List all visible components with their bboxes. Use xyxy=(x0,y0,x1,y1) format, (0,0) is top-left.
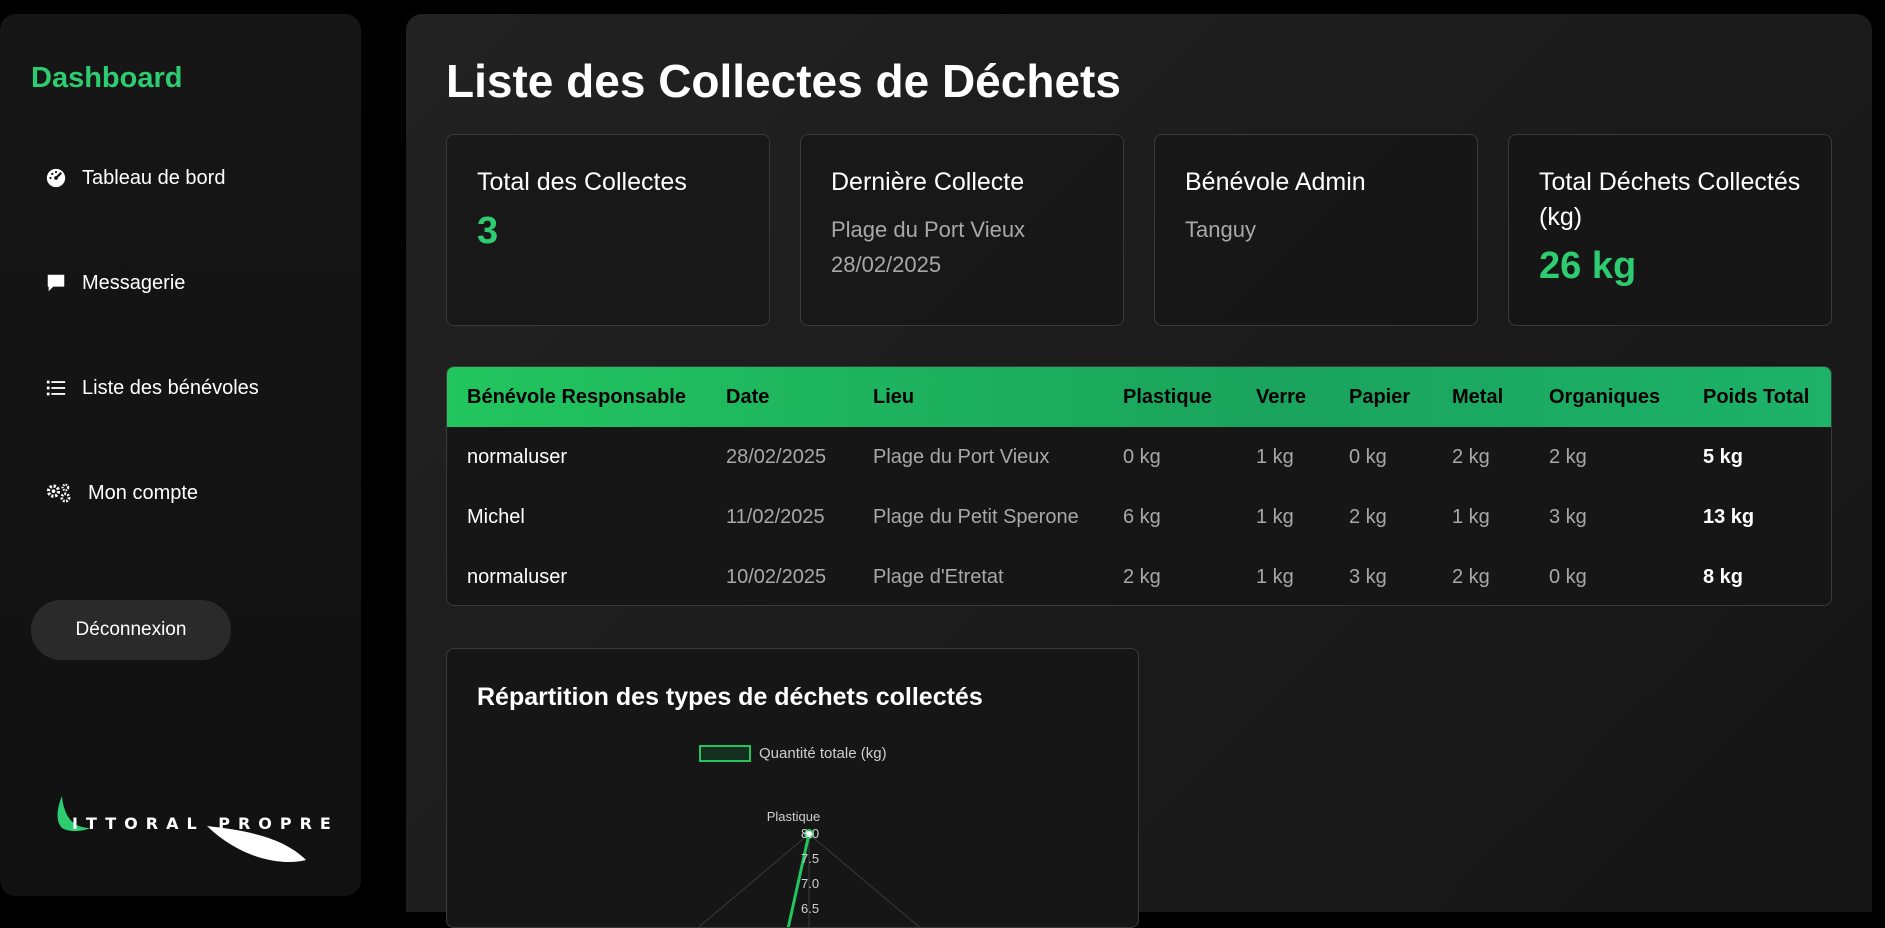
cell-date: 28/02/2025 xyxy=(726,445,827,468)
cell-plastique: 2 kg xyxy=(1123,565,1161,588)
column-header[interactable]: Papier xyxy=(1349,386,1410,409)
column-header[interactable]: Poids Total xyxy=(1703,386,1809,409)
radar-grid-line xyxy=(698,833,810,927)
stat-label: Dernière Collecte xyxy=(831,168,1025,196)
cell-organiques: 0 kg xyxy=(1549,565,1587,588)
sidebar: Dashboard Tableau de bord Messagerie Lis… xyxy=(0,14,361,896)
cell-plastique: 0 kg xyxy=(1123,445,1161,468)
cell-date: 10/02/2025 xyxy=(726,565,827,588)
sidebar-item-label: Liste des bénévoles xyxy=(82,376,259,399)
cell-verre: 1 kg xyxy=(1256,505,1294,528)
cell-papier: 3 kg xyxy=(1349,565,1387,588)
chart-legend[interactable]: Quantité totale (kg) xyxy=(699,745,887,762)
stat-value-date: 28/02/2025 xyxy=(831,252,942,277)
stat-value: Plage du Port Vieux 28/02/2025 xyxy=(831,212,1093,282)
legend-swatch xyxy=(699,745,751,762)
sidebar-item-messagerie[interactable]: Messagerie xyxy=(44,271,185,295)
main-panel: Liste des Collectes de Déchets Total des… xyxy=(406,14,1872,928)
cell-poids-total: 8 kg xyxy=(1703,565,1744,588)
sidebar-item-mon-compte[interactable]: Mon compte xyxy=(44,481,198,505)
legend-label: Quantité totale (kg) xyxy=(759,745,887,762)
stat-value: 26 kg xyxy=(1539,245,1637,287)
list-icon xyxy=(44,376,68,400)
cell-papier: 0 kg xyxy=(1349,445,1387,468)
sidebar-item-liste-benevoles[interactable]: Liste des bénévoles xyxy=(44,376,259,400)
cell-papier: 2 kg xyxy=(1349,505,1387,528)
cell-verre: 1 kg xyxy=(1256,565,1294,588)
cell-lieu: Plage du Port Vieux xyxy=(873,445,1050,468)
sidebar-item-tableau-de-bord[interactable]: Tableau de bord xyxy=(44,166,225,190)
dashboard-gauge-icon xyxy=(44,166,68,190)
radar-tick-label: 7.0 xyxy=(801,876,819,891)
column-header[interactable]: Verre xyxy=(1256,386,1306,409)
stat-card-total-dechets: Total Déchets Collectés (kg) 26 kg xyxy=(1508,134,1832,326)
radar-tick-label: 6.5 xyxy=(801,901,819,916)
cell-organiques: 2 kg xyxy=(1549,445,1587,468)
cell-lieu: Plage d'Etretat xyxy=(873,565,1004,588)
cell-metal: 2 kg xyxy=(1452,565,1490,588)
column-header[interactable]: Organiques xyxy=(1549,386,1660,409)
stat-label: Total Déchets Collectés (kg) xyxy=(1539,168,1801,231)
radar-tick-label: 8.0 xyxy=(801,826,819,841)
stat-card-benevole-admin: Bénévole Admin Tanguy xyxy=(1154,134,1478,326)
stat-value-location: Plage du Port Vieux xyxy=(831,217,1026,242)
cell-metal: 2 kg xyxy=(1452,445,1490,468)
radar-grid-line xyxy=(808,833,920,927)
cell-benevole: normaluser xyxy=(467,445,568,468)
cell-organiques: 3 kg xyxy=(1549,505,1587,528)
column-header[interactable]: Date xyxy=(726,386,769,409)
stat-card-derniere-collecte: Dernière Collecte Plage du Port Vieux 28… xyxy=(800,134,1124,326)
table-header: Bénévole Responsable Date Lieu Plastique… xyxy=(447,367,1831,427)
cell-metal: 1 kg xyxy=(1452,505,1490,528)
cell-date: 11/02/2025 xyxy=(726,505,825,528)
cell-verre: 1 kg xyxy=(1256,445,1294,468)
chart-title: Répartition des types de déchets collect… xyxy=(477,683,983,711)
cell-lieu: Plage du Petit Sperone xyxy=(873,505,1079,528)
cell-benevole: Michel xyxy=(467,505,525,528)
cogs-icon xyxy=(44,481,74,505)
stat-card-total-collectes: Total des Collectes 3 xyxy=(446,134,770,326)
column-header[interactable]: Bénévole Responsable xyxy=(467,386,686,409)
stat-label: Total des Collectes xyxy=(477,168,687,196)
logo-text: ITTORAL PROPRE xyxy=(72,814,339,833)
sidebar-brand[interactable]: Dashboard xyxy=(31,62,182,95)
cell-poids-total: 13 kg xyxy=(1703,505,1755,528)
collectes-table: Bénévole Responsable Date Lieu Plastique… xyxy=(446,366,1832,606)
cell-benevole: normaluser xyxy=(467,565,568,588)
column-header[interactable]: Plastique xyxy=(1123,386,1212,409)
logout-button[interactable]: Déconnexion xyxy=(31,600,231,660)
stat-value: 3 xyxy=(477,210,499,252)
table-row[interactable]: Michel 11/02/2025 Plage du Petit Sperone… xyxy=(447,487,1831,547)
chat-bubble-icon xyxy=(44,271,68,295)
chart-card: Répartition des types de déchets collect… xyxy=(446,648,1139,928)
cell-poids-total: 5 kg xyxy=(1703,445,1744,468)
stat-label: Bénévole Admin xyxy=(1185,168,1366,196)
sidebar-item-label: Messagerie xyxy=(82,271,186,294)
table-row[interactable]: normaluser 28/02/2025 Plage du Port Vieu… xyxy=(447,427,1831,487)
cell-plastique: 6 kg xyxy=(1123,505,1161,528)
table-row[interactable]: normaluser 10/02/2025 Plage d'Etretat 2 … xyxy=(447,547,1831,605)
sidebar-item-label: Mon compte xyxy=(88,481,199,504)
column-header[interactable]: Lieu xyxy=(873,386,914,409)
radar-tick-label: 7.5 xyxy=(801,851,819,866)
column-header[interactable]: Metal xyxy=(1452,386,1503,409)
page-title: Liste des Collectes de Déchets xyxy=(446,55,1121,107)
sidebar-item-label: Tableau de bord xyxy=(82,166,226,189)
stat-value: Tanguy xyxy=(1185,217,1256,242)
